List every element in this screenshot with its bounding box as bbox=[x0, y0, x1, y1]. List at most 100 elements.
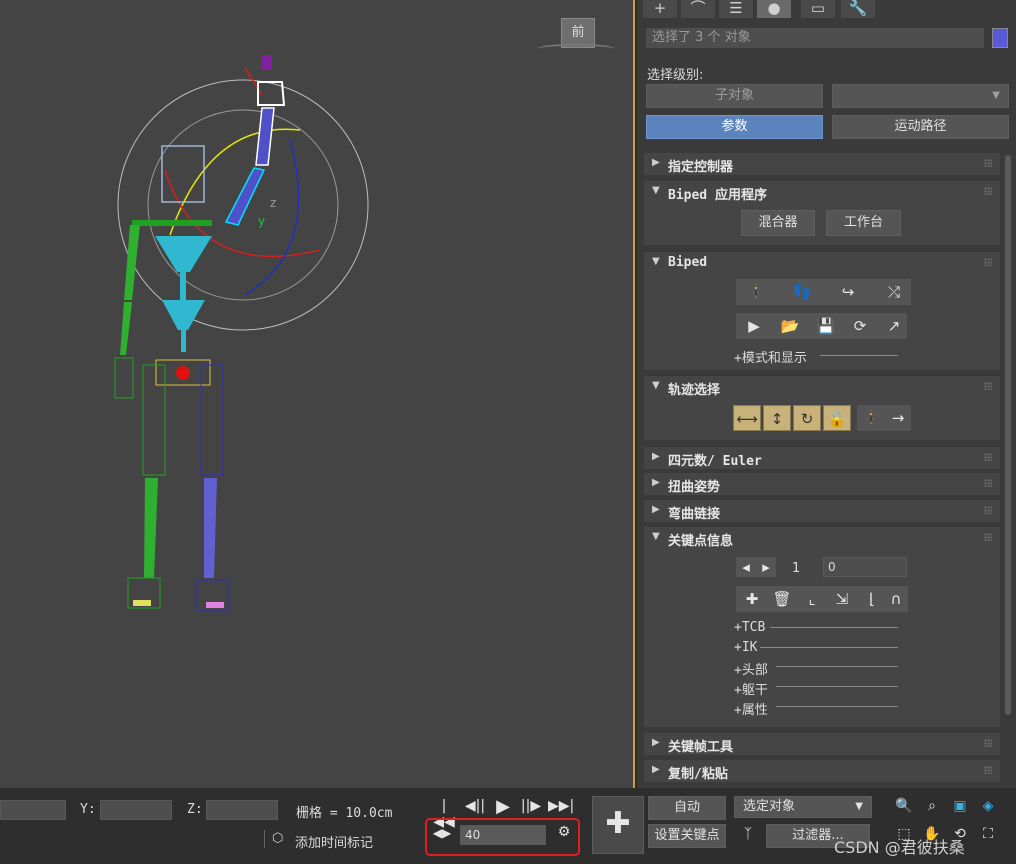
mode-display-subrollout[interactable]: +模式和显示 bbox=[734, 347, 807, 366]
grid-size-label: 栅格 = 10.0cm bbox=[296, 806, 393, 821]
biped-mode-toolbar: 🕴 👣 ↪ ⤮ bbox=[736, 279, 911, 305]
head-box bbox=[161, 145, 205, 203]
goto-end-icon[interactable]: ▶▶| bbox=[548, 798, 574, 814]
previous-frame-icon[interactable]: ◀|| bbox=[462, 798, 488, 814]
rollout-twist-poses[interactable]: ▶ 扭曲姿势 bbox=[643, 472, 1001, 496]
rollout-title: 弯曲链接 bbox=[668, 507, 721, 522]
highlight-annotation bbox=[425, 818, 580, 856]
rollout-copy-paste[interactable]: ▶ 复制/粘贴 bbox=[643, 759, 1001, 783]
track-selection-toolbar: ⟷ ↕ ↻ 🔒 🕴 → bbox=[733, 405, 911, 431]
object-color-swatch[interactable] bbox=[992, 28, 1008, 48]
sub-object-dropdown[interactable]: ▼ bbox=[832, 84, 1009, 108]
y-coord-field[interactable] bbox=[100, 800, 172, 820]
rollout-title: 关键点信息 bbox=[668, 534, 734, 549]
viewport[interactable]: z y 前 bbox=[0, 0, 633, 788]
zoom-extents-all-icon[interactable]: ◈ bbox=[978, 798, 998, 814]
panel-scrollbar[interactable] bbox=[1005, 155, 1011, 715]
set-keys-big-button[interactable]: ✚ bbox=[592, 796, 644, 854]
rollout-biped: ▼ Biped bbox=[643, 251, 1001, 371]
key-nav-arrows: ◂ ▸ bbox=[736, 557, 776, 577]
selected-objects-dropdown[interactable]: 选定对象 ▼ bbox=[734, 796, 872, 818]
mixer-button[interactable]: 混合器 bbox=[741, 210, 815, 236]
y-label: Y: bbox=[80, 802, 96, 817]
body-rotation-icon[interactable]: ↻ bbox=[793, 405, 821, 431]
figure-mode-icon[interactable]: 🕴 bbox=[740, 279, 772, 305]
biped-file-toolbar: ▶ 📂 💾 ⟳ ↗ bbox=[736, 313, 907, 339]
zoom-icon[interactable]: 🔍 bbox=[894, 798, 914, 814]
symmetrical-icon[interactable]: 🕴 bbox=[857, 405, 885, 431]
z-label: Z: bbox=[187, 802, 203, 817]
motion-flow-icon[interactable]: ↪ bbox=[832, 279, 864, 305]
save-file-icon[interactable]: 💾 bbox=[810, 313, 842, 339]
head-subrollout[interactable]: +头部 bbox=[734, 659, 768, 678]
planted-key-icon[interactable]: ⌞ bbox=[796, 586, 828, 612]
motion-path-button[interactable]: 运动路径 bbox=[832, 115, 1009, 139]
lock-cob-icon[interactable]: 🔒 bbox=[823, 405, 851, 431]
rollout-keyframe-tools[interactable]: ▶ 关键帧工具 bbox=[643, 732, 1001, 756]
tab-motion[interactable]: ● bbox=[757, 0, 791, 18]
rollout-quaternion-euler[interactable]: ▶ 四元数/ Euler bbox=[643, 446, 1001, 470]
previous-key-icon[interactable]: ◂ bbox=[736, 557, 756, 577]
body-subrollout[interactable]: +躯干 bbox=[734, 679, 768, 698]
tab-hierarchy[interactable]: ☰ bbox=[719, 0, 753, 18]
body-vertical-icon[interactable]: ↕ bbox=[763, 405, 791, 431]
key-time-spinner[interactable]: 0 bbox=[823, 557, 907, 577]
key-tangent-icon[interactable]: ᛉ bbox=[736, 826, 760, 842]
rollout-title: 四元数/ Euler bbox=[668, 454, 762, 469]
play-icon[interactable]: ▶ bbox=[492, 796, 514, 817]
mixer-mode-icon[interactable]: ⤮ bbox=[878, 279, 910, 305]
z-coord-field[interactable] bbox=[206, 800, 278, 820]
watermark: CSDN @君彼扶桑 bbox=[834, 838, 965, 857]
rollout-bend-links[interactable]: ▶ 弯曲链接 bbox=[643, 499, 1001, 523]
parameters-button[interactable]: 参数 bbox=[646, 115, 823, 139]
rollout-title: Biped bbox=[668, 255, 708, 270]
viewport-border bbox=[633, 0, 635, 788]
rollout-title: Biped 应用程序 bbox=[668, 188, 767, 203]
selection-level-label: 选择级别: bbox=[647, 68, 704, 83]
rollout-title: 指定控制器 bbox=[668, 160, 734, 175]
x-coord-field[interactable] bbox=[0, 800, 66, 820]
tab-modify[interactable]: ⌒ bbox=[681, 0, 715, 18]
selected-objects-value: 选定对象 bbox=[743, 799, 796, 814]
maximize-viewport-icon[interactable]: ⛶ bbox=[978, 826, 998, 842]
zoom-extents-icon[interactable]: ▣ bbox=[950, 798, 970, 814]
load-file-icon[interactable]: 📂 bbox=[774, 313, 806, 339]
biped-playback-icon[interactable]: ▶ bbox=[738, 313, 770, 339]
auto-key-button[interactable]: 自动 bbox=[648, 796, 726, 820]
set-key-button[interactable]: 设置关键点 bbox=[648, 824, 726, 848]
command-panel-tabs: + ⌒ ☰ ● ▭ 🔧 bbox=[643, 0, 879, 18]
tcb-subrollout[interactable]: +TCB bbox=[734, 620, 765, 635]
rollout-assign-controller[interactable]: ▶ 指定控制器 bbox=[643, 152, 1001, 176]
sub-object-button[interactable]: 子对象 bbox=[646, 84, 823, 108]
ik-subrollout[interactable]: +IK bbox=[734, 640, 757, 655]
move-all-icon[interactable]: ↗ bbox=[878, 313, 910, 339]
next-key-icon[interactable]: ▸ bbox=[756, 557, 776, 577]
rollout-title: 关键帧工具 bbox=[668, 740, 734, 755]
key-index: 1 bbox=[792, 561, 801, 576]
workbench-button[interactable]: 工作台 bbox=[826, 210, 901, 236]
sliding-key-icon[interactable]: ⇲ bbox=[826, 586, 858, 612]
footstep-mode-icon[interactable]: 👣 bbox=[786, 279, 818, 305]
delete-key-icon[interactable]: 🗑 bbox=[766, 586, 798, 612]
props-subrollout[interactable]: +属性 bbox=[734, 699, 768, 718]
next-frame-icon[interactable]: ||▶ bbox=[518, 798, 544, 814]
key-tools-toolbar: ✚ 🗑 ⌞ ⇲ ⌊ ∩ bbox=[736, 586, 908, 612]
opposite-icon[interactable]: → bbox=[885, 405, 911, 431]
rollout-title: 复制/粘贴 bbox=[668, 767, 728, 782]
rollout-title: 扭曲姿势 bbox=[668, 480, 721, 495]
tab-utilities[interactable]: 🔧 bbox=[841, 0, 875, 18]
tab-create[interactable]: + bbox=[643, 0, 677, 18]
rollout-biped-apps: ▼ Biped 应用程序 bbox=[643, 180, 1001, 246]
rollout-title: 轨迹选择 bbox=[668, 383, 721, 398]
add-time-tag[interactable]: 添加时间标记 bbox=[295, 832, 373, 851]
trajectory-icon[interactable]: ∩ bbox=[884, 586, 908, 612]
set-key-icon[interactable]: ✚ bbox=[736, 586, 768, 612]
selection-name-field[interactable]: 选择了 3 个 对象 bbox=[646, 28, 984, 48]
viewcube-ring[interactable] bbox=[537, 44, 615, 54]
time-tag-icon: ⬡ bbox=[272, 831, 284, 846]
tab-display[interactable]: ▭ bbox=[801, 0, 835, 18]
zoom-all-icon[interactable]: ⌕ bbox=[922, 798, 942, 814]
convert-icon[interactable]: ⟳ bbox=[844, 313, 876, 339]
body-horizontal-icon[interactable]: ⟷ bbox=[733, 405, 761, 431]
biped-rig-figure: z y bbox=[114, 55, 369, 611]
